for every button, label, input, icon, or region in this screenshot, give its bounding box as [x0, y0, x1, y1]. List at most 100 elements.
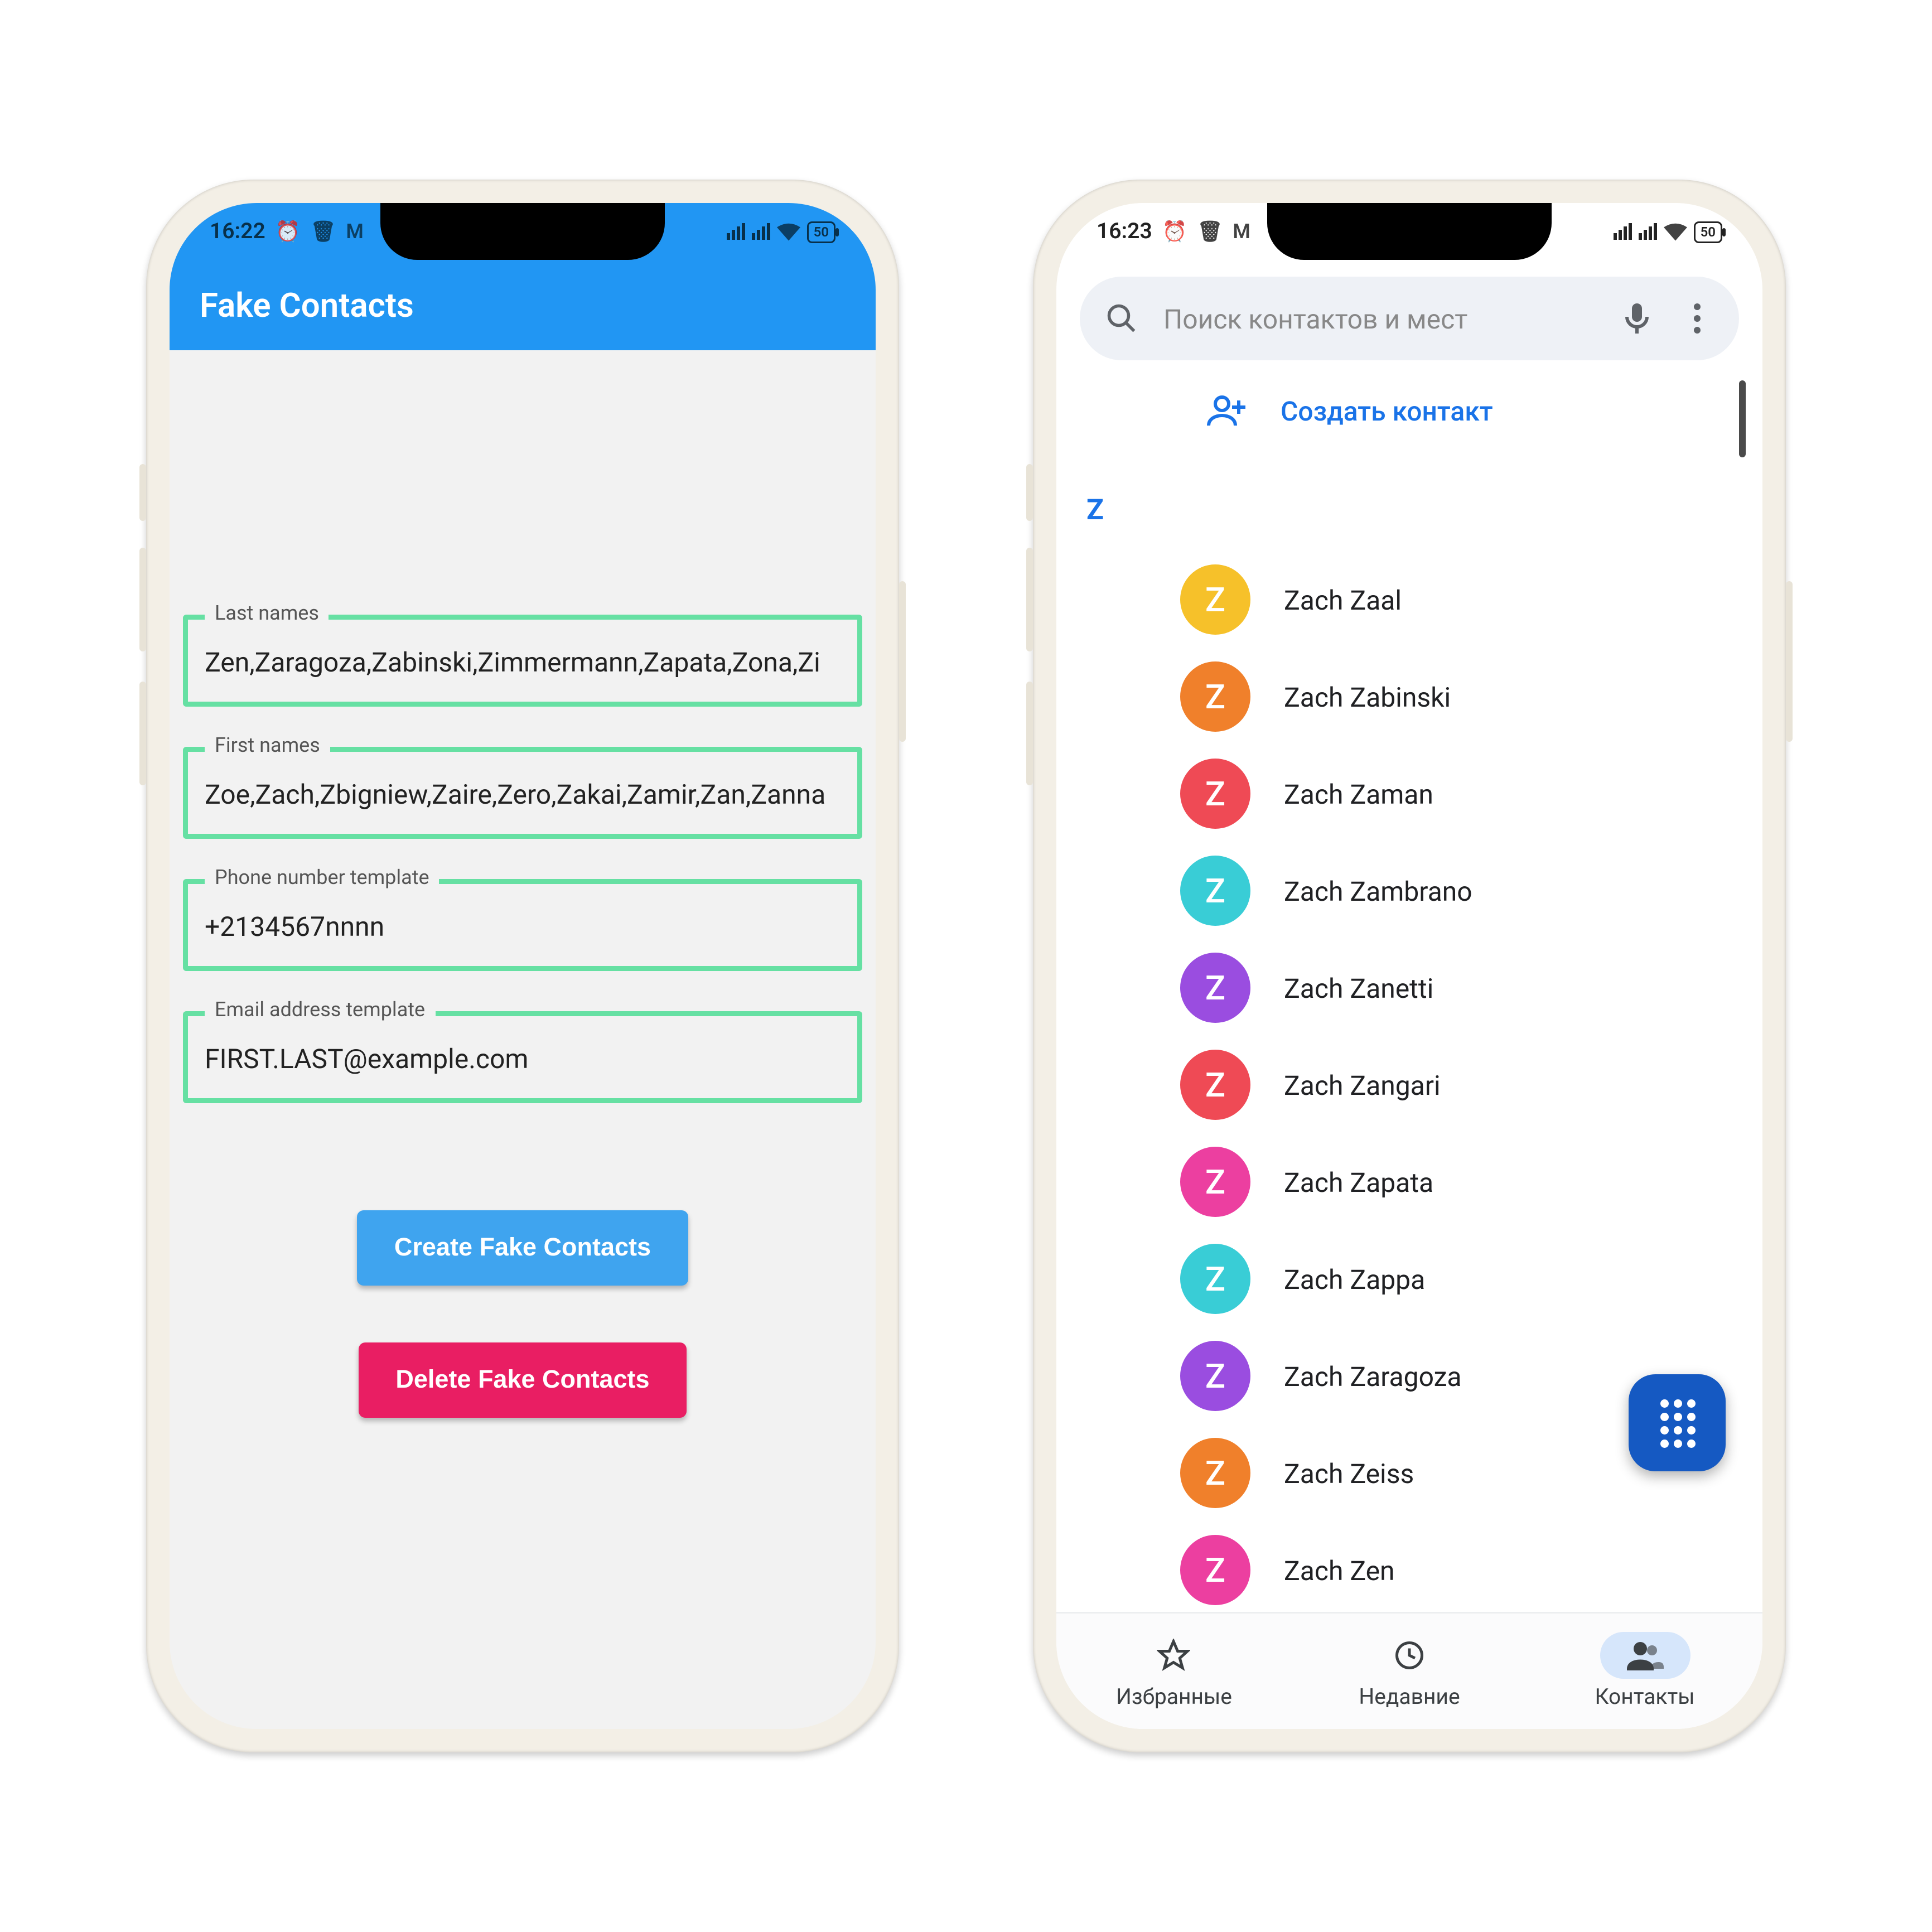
phone-right-frame: 16:23 ⏰ 🗑 M 50	[1033, 180, 1786, 1752]
nav-favorites[interactable]: Избранные	[1056, 1614, 1292, 1729]
side-button	[1786, 581, 1793, 742]
person-add-icon	[1207, 394, 1247, 427]
contact-avatar: Z	[1180, 953, 1250, 1023]
contact-row[interactable]: Z Zach Zaman	[1180, 745, 1739, 842]
search-icon	[1103, 302, 1140, 335]
phone-template-input[interactable]: +2134567nnnn	[188, 884, 857, 966]
contact-avatar: Z	[1180, 856, 1250, 926]
contact-avatar: Z	[1180, 1438, 1250, 1508]
kebab-menu-icon[interactable]	[1679, 303, 1716, 334]
last-names-field[interactable]: Last names Zen,Zaragoza,Zabinski,Zimmerm…	[183, 615, 862, 707]
side-button	[139, 682, 146, 785]
field-label: Email address template	[205, 998, 435, 1021]
contact-row[interactable]: Z Zach Zanetti	[1180, 939, 1739, 1036]
nav-recent[interactable]: Недавние	[1292, 1614, 1527, 1729]
email-template-field[interactable]: Email address template FIRST.LAST@exampl…	[183, 1011, 862, 1103]
nav-label: Избранные	[1116, 1685, 1232, 1711]
phone-right-screen: 16:23 ⏰ 🗑 M 50	[1056, 203, 1762, 1729]
contact-name: Zach Zaal	[1284, 584, 1402, 616]
index-letter: Z	[1086, 494, 1104, 528]
signal-icon	[727, 223, 745, 240]
delete-contacts-button[interactable]: Delete Fake Contacts	[359, 1342, 686, 1418]
first-names-input[interactable]: Zoe,Zach,Zbigniew,Zaire,Zero,Zakai,Zamir…	[188, 752, 857, 834]
battery-icon: 50	[1694, 221, 1722, 243]
signal-icon	[1614, 223, 1632, 240]
contact-name: Zach Zen	[1284, 1554, 1395, 1586]
gmail-icon: M	[1233, 220, 1250, 243]
phone-left-frame: 16:22 ⏰ 🗑 M 50 Fake Contacts	[146, 180, 899, 1752]
trash-icon: 🗑	[311, 220, 336, 243]
wifi-icon	[1664, 223, 1687, 241]
contact-name: Zach Zappa	[1284, 1263, 1425, 1295]
search-placeholder: Поиск контактов и мест	[1163, 303, 1595, 335]
contact-name: Zach Zaragoza	[1284, 1360, 1462, 1392]
battery-icon: 50	[807, 221, 835, 243]
scroll-indicator[interactable]	[1739, 380, 1746, 457]
side-button	[899, 581, 906, 742]
clock-icon	[1393, 1639, 1426, 1672]
trash-icon: 🗑	[1197, 220, 1223, 243]
contact-avatar: Z	[1180, 1050, 1250, 1120]
app-title: Fake Contacts	[200, 285, 414, 325]
phone-template-field[interactable]: Phone number template +2134567nnnn	[183, 879, 862, 971]
wifi-icon	[777, 223, 800, 241]
create-contact-label: Создать контакт	[1281, 395, 1493, 427]
contact-name: Zach Zapata	[1284, 1166, 1433, 1198]
side-button	[139, 548, 146, 651]
contact-name: Zach Zambrano	[1284, 875, 1472, 907]
contact-avatar: Z	[1180, 1147, 1250, 1217]
alarm-icon: ⏰	[1162, 220, 1187, 243]
dialpad-fab[interactable]	[1629, 1374, 1726, 1471]
contact-name: Zach Zangari	[1284, 1069, 1441, 1101]
contact-name: Zach Zaman	[1284, 778, 1433, 810]
field-label: Phone number template	[205, 866, 439, 889]
star-icon	[1157, 1639, 1191, 1672]
status-time: 16:22	[210, 219, 265, 244]
nav-contacts[interactable]: Контакты	[1527, 1614, 1762, 1729]
email-template-input[interactable]: FIRST.LAST@example.com	[188, 1016, 857, 1098]
contact-avatar: Z	[1180, 564, 1250, 635]
field-label: Last names	[205, 601, 329, 625]
notch	[380, 203, 665, 260]
contact-name: Zach Zeiss	[1284, 1457, 1414, 1489]
nav-label: Недавние	[1359, 1685, 1460, 1711]
mic-icon[interactable]	[1619, 302, 1655, 335]
contact-row[interactable]: Z Zach Zappa	[1180, 1230, 1739, 1327]
notch	[1267, 203, 1552, 260]
contact-name: Zach Zanetti	[1284, 972, 1433, 1004]
contact-row[interactable]: Z Zach Zapata	[1180, 1133, 1739, 1230]
field-label: First names	[205, 733, 330, 757]
app-bar: Fake Contacts	[170, 260, 876, 350]
status-time: 16:23	[1097, 219, 1152, 244]
contact-row[interactable]: Z Zach Zangari	[1180, 1036, 1739, 1133]
contact-avatar: Z	[1180, 1244, 1250, 1314]
phone-left-screen: 16:22 ⏰ 🗑 M 50 Fake Contacts	[170, 203, 876, 1729]
signal-icon	[752, 223, 770, 240]
last-names-input[interactable]: Zen,Zaragoza,Zabinski,Zimmermann,Zapata,…	[188, 620, 857, 702]
contact-row[interactable]: Z Zach Zen	[1180, 1522, 1739, 1612]
contact-avatar: Z	[1180, 1341, 1250, 1411]
search-bar[interactable]: Поиск контактов и мест	[1080, 277, 1739, 360]
contact-name: Zach Zabinski	[1284, 681, 1451, 713]
dialpad-icon	[1660, 1399, 1695, 1447]
side-button	[1026, 464, 1033, 521]
contact-row[interactable]: Z Zach Zaal	[1180, 551, 1739, 648]
gmail-icon: M	[346, 220, 364, 243]
contacts-body: Создать контакт Z Z Zach Zaal Z Zach Zabins…	[1056, 370, 1762, 1612]
contact-avatar: Z	[1180, 1535, 1250, 1605]
bottom-nav: Избранные Недавние Контакты	[1056, 1612, 1762, 1729]
first-names-field[interactable]: First names Zoe,Zach,Zbigniew,Zaire,Zero…	[183, 747, 862, 839]
contact-row[interactable]: Z Zach Zabinski	[1180, 648, 1739, 745]
create-contacts-button[interactable]: Create Fake Contacts	[358, 1210, 688, 1286]
contact-row[interactable]: Z Zach Zambrano	[1180, 842, 1739, 939]
people-icon	[1626, 1640, 1663, 1670]
contact-avatar: Z	[1180, 759, 1250, 829]
create-contact-button[interactable]: Создать контакт	[1080, 370, 1762, 457]
side-button	[1026, 548, 1033, 651]
nav-label: Контакты	[1595, 1685, 1694, 1711]
side-button	[1026, 682, 1033, 785]
contact-avatar: Z	[1180, 661, 1250, 732]
alarm-icon: ⏰	[276, 220, 301, 243]
side-button	[139, 464, 146, 521]
signal-icon	[1639, 223, 1657, 240]
